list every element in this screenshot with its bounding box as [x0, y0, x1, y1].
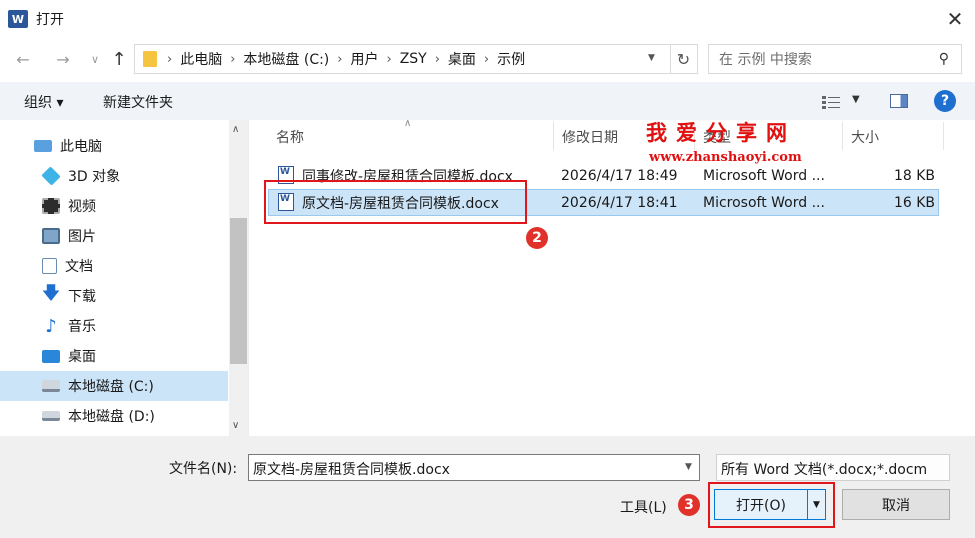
sidebar-item-this-pc[interactable]: 此电脑	[0, 131, 228, 161]
pictures-icon	[42, 228, 60, 244]
chevron-down-icon[interactable]: ∨	[82, 46, 108, 72]
tools-menu[interactable]: 工具(L)	[620, 497, 667, 517]
column-divider[interactable]	[553, 122, 554, 150]
close-icon[interactable]: ✕	[940, 4, 970, 34]
view-options-icon[interactable]	[822, 95, 840, 109]
folder-icon	[143, 51, 157, 67]
breadcrumb-item[interactable]: 示例	[497, 49, 525, 69]
file-modified: 2026/4/17 18:49	[561, 167, 678, 184]
word-icon: W	[8, 10, 28, 28]
sidebar-item-label: 视频	[68, 199, 96, 215]
search-placeholder: 在 示例 中搜索	[719, 52, 812, 68]
column-header-modified[interactable]: 修改日期	[562, 127, 618, 147]
sidebar-item-videos[interactable]: 视频	[0, 191, 228, 221]
music-icon: ♪	[45, 315, 57, 337]
address-bar[interactable]: › 此电脑 › 本地磁盘 (C:) › 用户 › ZSY › 桌面 › 示例	[134, 44, 671, 74]
file-type: Microsoft Word ...	[703, 194, 825, 211]
organize-button[interactable]: 组织 ▾	[24, 92, 63, 112]
drive-d-icon	[42, 411, 60, 421]
cancel-button[interactable]: 取消	[842, 489, 950, 520]
chevron-right-icon: ›	[337, 51, 343, 67]
file-type-filter[interactable]: 所有 Word 文档(*.docx;*.docm	[716, 454, 950, 481]
chevron-down-icon[interactable]: ▼	[852, 94, 860, 105]
up-arrow-icon[interactable]: ↑	[106, 46, 132, 72]
sidebar-item-music[interactable]: ♪ 音乐	[0, 311, 228, 341]
step-badge-2: 2	[526, 227, 548, 249]
scroll-down-icon[interactable]: ∨	[232, 420, 239, 431]
column-header-name[interactable]: 名称	[276, 127, 304, 147]
forward-arrow-icon[interactable]: →	[50, 46, 76, 72]
column-divider[interactable]	[943, 122, 944, 150]
sidebar-item-drive-c[interactable]: 本地磁盘 (C:)	[0, 371, 228, 401]
sidebar-item-desktop[interactable]: 桌面	[0, 341, 228, 371]
column-header-size[interactable]: 大小	[851, 127, 879, 147]
title-bar	[0, 0, 975, 38]
back-arrow-icon[interactable]: ←	[10, 46, 36, 72]
sidebar-item-downloads[interactable]: 🡇 下载	[0, 281, 228, 311]
file-size: 18 KB	[893, 167, 935, 184]
search-icon[interactable]: ⚲	[939, 51, 949, 67]
breadcrumb-item[interactable]: 用户	[350, 49, 378, 69]
video-icon	[42, 198, 60, 214]
file-size: 16 KB	[893, 194, 935, 211]
sidebar-item-label: 文档	[65, 259, 93, 275]
sidebar-item-label: 本地磁盘 (C:)	[68, 379, 154, 395]
step-badge-3: 3	[678, 494, 700, 516]
sidebar-item-drive-d[interactable]: 本地磁盘 (D:)	[0, 401, 228, 431]
file-type: Microsoft Word ...	[703, 167, 825, 184]
preview-pane-icon[interactable]	[890, 94, 908, 108]
sidebar-item-documents[interactable]: 文档	[0, 251, 228, 281]
new-folder-button[interactable]: 新建文件夹	[103, 92, 173, 112]
computer-icon	[34, 140, 52, 152]
navigation-pane: 此电脑 3D 对象 视频 图片 文档 🡇 下载 ♪ 音乐 桌面 本地磁盘 (C:…	[0, 120, 248, 436]
watermark-url: www.zhanshaoyi.com	[649, 150, 802, 165]
sidebar-item-label: 桌面	[68, 349, 96, 365]
chevron-right-icon: ›	[434, 51, 440, 67]
sidebar-item-label: 此电脑	[60, 139, 102, 155]
sidebar-item-label: 图片	[68, 229, 96, 245]
breadcrumb-item[interactable]: 此电脑	[180, 49, 222, 69]
search-input[interactable]: 在 示例 中搜索 ⚲	[708, 44, 962, 74]
download-icon: 🡇	[41, 283, 61, 304]
desktop-icon	[42, 349, 60, 363]
3d-objects-icon	[41, 166, 61, 186]
chevron-right-icon: ›	[386, 51, 392, 67]
breadcrumb-item[interactable]: ZSY	[400, 51, 427, 67]
window-title: 打开	[36, 12, 64, 28]
sidebar-item-3d-objects[interactable]: 3D 对象	[0, 161, 228, 191]
filename-input[interactable]: 原文档-房屋租赁合同模板.docx	[248, 454, 700, 481]
chevron-down-icon[interactable]: ▼	[685, 462, 692, 472]
sidebar-item-label: 音乐	[68, 319, 96, 335]
chevron-right-icon: ›	[167, 51, 173, 67]
sidebar-item-label: 本地磁盘 (D:)	[68, 409, 155, 425]
breadcrumb-item[interactable]: 本地磁盘 (C:)	[243, 49, 329, 69]
chevron-right-icon: ›	[483, 51, 490, 67]
column-divider[interactable]	[842, 122, 843, 150]
chevron-right-icon: ›	[230, 51, 236, 67]
scroll-up-icon[interactable]: ∧	[232, 124, 239, 135]
filename-label: 文件名(N):	[169, 461, 238, 477]
address-dropdown[interactable]: ▼ ↻	[648, 44, 698, 74]
highlight-box	[708, 482, 835, 528]
sidebar-item-label: 3D 对象	[68, 169, 121, 185]
refresh-icon[interactable]: ↻	[677, 50, 690, 69]
sidebar-item-pictures[interactable]: 图片	[0, 221, 228, 251]
help-icon[interactable]: ?	[934, 90, 956, 112]
chevron-down-icon[interactable]: ▼	[648, 53, 655, 63]
sort-ascending-icon: ∧	[404, 118, 412, 129]
sidebar-item-label: 下载	[68, 289, 96, 305]
documents-icon	[42, 258, 57, 274]
scrollbar-thumb[interactable]	[230, 218, 247, 364]
file-modified: 2026/4/17 18:41	[561, 194, 678, 211]
highlight-box	[264, 180, 527, 224]
drive-c-icon	[42, 380, 60, 392]
breadcrumb-item[interactable]: 桌面	[448, 49, 476, 69]
watermark-title: 我爱分享网	[646, 120, 796, 145]
